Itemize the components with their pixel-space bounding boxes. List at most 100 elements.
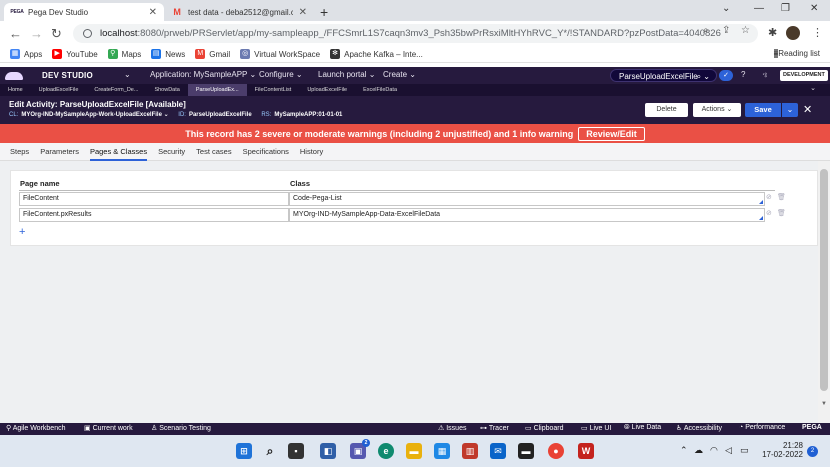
reading-list-button[interactable]: ≡ Reading list [773,49,820,58]
widgets-icon[interactable]: ◧ [320,443,336,459]
forward-button[interactable]: → [30,26,43,41]
bookmark-maps[interactable]: ⚲ Maps [107,49,141,59]
trash-icon[interactable]: 🗑 [777,209,786,217]
volume-icon[interactable]: ◁ [725,445,732,456]
bookmark-star-icon[interactable]: ☆ [741,25,750,36]
scroll-down-icon[interactable]: ▼ [821,401,827,407]
window-close-button[interactable]: ✕ [810,3,818,14]
open-rule-icon[interactable]: ⊘ [766,193,772,201]
search-icon[interactable]: ⌕ ⌄ [697,70,710,83]
tab-uploadexcelfile-2[interactable]: UploadExcelFile [299,84,355,96]
trash-icon[interactable]: 🗑 [777,193,786,201]
review-edit-button[interactable]: Review/Edit [578,126,645,141]
file-explorer-icon[interactable]: ▬ [406,443,422,459]
tray-chevron-up-icon[interactable]: ⌃ [680,445,688,456]
tracer-button[interactable]: ⊶ Tracer [480,424,509,432]
tab-security[interactable]: Security [158,143,185,161]
pega-search-input[interactable]: ParseUploadExcelFile ⌕ ⌄ [610,69,717,82]
bookmark-youtube[interactable]: ▶ YouTube [52,49,98,59]
system-clock[interactable]: 21:28 17-02-2022 [761,441,803,459]
configure-menu[interactable]: Configure ⌄ [259,70,303,79]
open-rule-icon[interactable]: ⊘ [766,209,772,217]
wifi-icon[interactable]: ◠ [710,445,718,456]
bookmark-virtual-workspace[interactable]: ◎ Virtual WorkSpace [240,49,320,59]
tab-history[interactable]: History [300,143,323,161]
wps-office-icon[interactable]: W [578,443,594,459]
scenario-testing-button[interactable]: ♙ Scenario Testing [151,424,211,432]
notifications-icon[interactable]: ⋅⦂ [762,70,767,80]
chevron-down-icon[interactable]: ⌄ [810,84,816,92]
bookmark-news[interactable]: ▤ News [151,49,185,59]
tab-specifications[interactable]: Specifications [243,143,289,161]
class-input[interactable]: MYOrg-IND-MySampleApp-Data-ExcelFileData [289,208,765,222]
share-icon[interactable]: ⇪ [722,25,730,36]
tab-uploadexcelfile[interactable]: UploadExcelFile [31,84,87,96]
store-icon[interactable]: ▦ [434,443,450,459]
restore-button[interactable]: ❐ [781,3,790,14]
kebab-menu-icon[interactable]: ⋮ [812,26,823,39]
battery-icon[interactable]: ▭ [740,445,749,456]
tab-excelfiledata[interactable]: ExcelFileData [355,84,405,96]
extensions-icon[interactable]: ✱ [768,26,777,39]
tab-pages-classes[interactable]: Pages & Classes [89,143,148,161]
bookmark-gmail[interactable]: M Gmail [195,49,230,59]
tab-showdata[interactable]: ShowData [146,84,187,96]
scrollbar-thumb[interactable] [820,169,828,391]
class-input[interactable]: Code-Pega-List [289,192,765,206]
browser-tab-gmail[interactable]: M test data - deba2512@gmail.com ✕ [164,3,314,21]
tab-parameters[interactable]: Parameters [40,143,79,161]
bookmark-kafka[interactable]: ✻ Apache Kafka – Inte... [330,49,423,59]
check-icon[interactable]: ✓ [719,70,733,81]
live-ui-button[interactable]: ▭ Live UI [581,424,611,432]
zoom-icon[interactable]: ⌕ [703,25,709,36]
pega-logo-icon[interactable] [0,67,28,84]
actions-button[interactable]: Actions ⌄ [693,103,741,117]
current-work-button[interactable]: ▣ Current work [84,424,133,432]
reload-button[interactable]: ↻ [51,26,62,42]
task-view-icon[interactable]: ▪ [288,443,304,459]
tab-test-cases[interactable]: Test cases [196,143,231,161]
tab-filecontentlist[interactable]: FileContentList [247,84,300,96]
live-data-button[interactable]: ⦾ Live Data [624,424,661,432]
teams-chat-icon[interactable]: ▣ 2 [350,439,370,459]
add-row-button[interactable]: + [19,226,25,238]
url-input[interactable]: localhost:8080/prweb/PRServlet/app/my-sa… [73,24,758,43]
clipboard-button[interactable]: ▭ Clipboard [525,424,564,432]
tab-parseuploadexcelfile[interactable]: ParseUploadEx... [187,84,247,96]
performance-button[interactable]: ◔ Performance [739,424,785,431]
save-options-button[interactable]: ⌄ [782,103,798,117]
vertical-scrollbar[interactable]: ▼ [818,161,830,423]
browser-tab-pega[interactable]: PEGA Pega Dev Studio ✕ [4,3,164,21]
tab-createform[interactable]: CreateForm_De... [86,84,146,96]
back-button[interactable]: ← [9,26,22,41]
close-icon[interactable]: ✕ [149,7,157,18]
minimize-button[interactable]: — [754,3,764,14]
help-icon[interactable]: ? [741,70,745,79]
bookmark-apps[interactable]: ▦ Apps [10,49,42,59]
notification-count[interactable]: 2 [807,446,818,457]
mail-icon[interactable]: ✉ [490,443,506,459]
terminal-icon[interactable]: ▬ [518,443,534,459]
studio-switcher[interactable]: DEV STUDIO [42,71,93,80]
tab-home[interactable]: Home [0,84,31,96]
page-name-input[interactable]: FileContent.pxResults [19,208,289,222]
delete-button[interactable]: Delete [645,103,688,117]
chrome-icon[interactable]: ● [548,443,564,459]
launch-portal-menu[interactable]: Launch portal ⌄ [318,70,375,79]
site-info-icon[interactable] [83,29,92,38]
close-icon[interactable]: ✕ [299,7,307,18]
class-selector[interactable]: MYOrg-IND-MySampleApp-Work-UploadExcelFi… [21,112,168,118]
create-menu[interactable]: Create ⌄ [383,70,416,79]
windows-start-icon[interactable]: ⊞ [236,443,252,459]
issues-button[interactable]: ⚠ Issues [438,424,466,432]
page-name-input[interactable]: FileContent [19,192,289,206]
edge-icon[interactable]: e [378,443,394,459]
new-tab-button[interactable]: + [320,4,328,20]
accessibility-button[interactable]: ♿ Accessibility [676,424,722,432]
cloud-icon[interactable]: ☁ [694,445,703,456]
tab-search-icon[interactable]: ⌄ [722,3,730,14]
search-icon[interactable]: ⌕ [262,443,278,459]
chevron-down-icon[interactable]: ⌄ [124,70,131,79]
close-rule-button[interactable]: ✕ [803,103,812,116]
save-button[interactable]: Save [745,103,781,117]
